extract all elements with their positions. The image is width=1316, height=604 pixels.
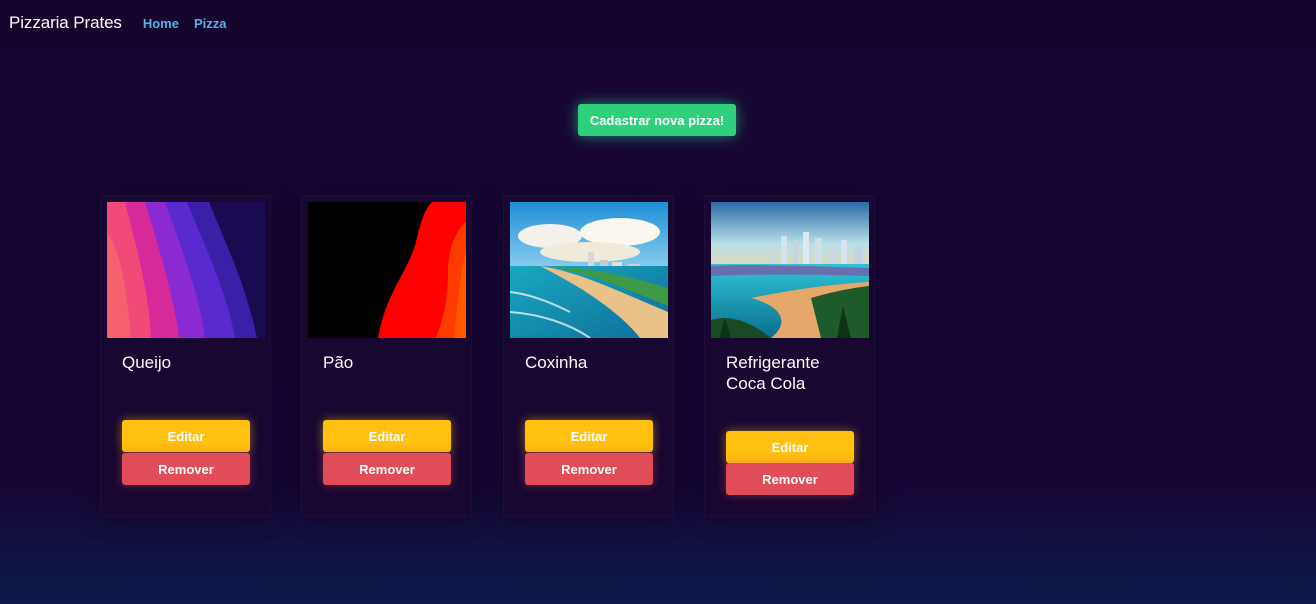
- create-section: Cadastrar nova pizza!: [578, 104, 736, 136]
- brand-logo[interactable]: Pizzaria Prates: [9, 13, 122, 33]
- product-name: Queijo: [122, 353, 172, 372]
- remove-button[interactable]: Remover: [323, 453, 451, 485]
- product-name: Coxinha: [525, 353, 588, 372]
- create-pizza-button[interactable]: Cadastrar nova pizza!: [578, 104, 736, 136]
- product-image-coxinha: [510, 202, 668, 338]
- remove-button[interactable]: Remover: [525, 453, 653, 485]
- product-card: Coxinha Editar Remover: [503, 195, 674, 517]
- product-image-pao: [308, 202, 466, 338]
- remove-button[interactable]: Remover: [122, 453, 250, 485]
- product-card: Pão Editar Remover: [301, 195, 472, 517]
- nav-link-home[interactable]: Home: [143, 16, 179, 31]
- product-card: Queijo Editar Remover: [100, 195, 271, 517]
- nav-link-pizza[interactable]: Pizza: [194, 16, 227, 31]
- product-image-queijo: [107, 202, 265, 338]
- edit-button[interactable]: Editar: [122, 420, 250, 452]
- product-name: Pão: [323, 353, 354, 372]
- edit-button[interactable]: Editar: [323, 420, 451, 452]
- edit-button[interactable]: Editar: [525, 420, 653, 452]
- remove-button[interactable]: Remover: [726, 463, 854, 495]
- product-name: Refrigerante Coca Cola: [726, 353, 820, 393]
- product-image-refrigerante: [711, 202, 869, 338]
- edit-button[interactable]: Editar: [726, 431, 854, 463]
- product-card: Refrigerante Coca Cola Editar Remover: [704, 195, 875, 517]
- navbar: Pizzaria Prates Home Pizza: [0, 0, 1316, 46]
